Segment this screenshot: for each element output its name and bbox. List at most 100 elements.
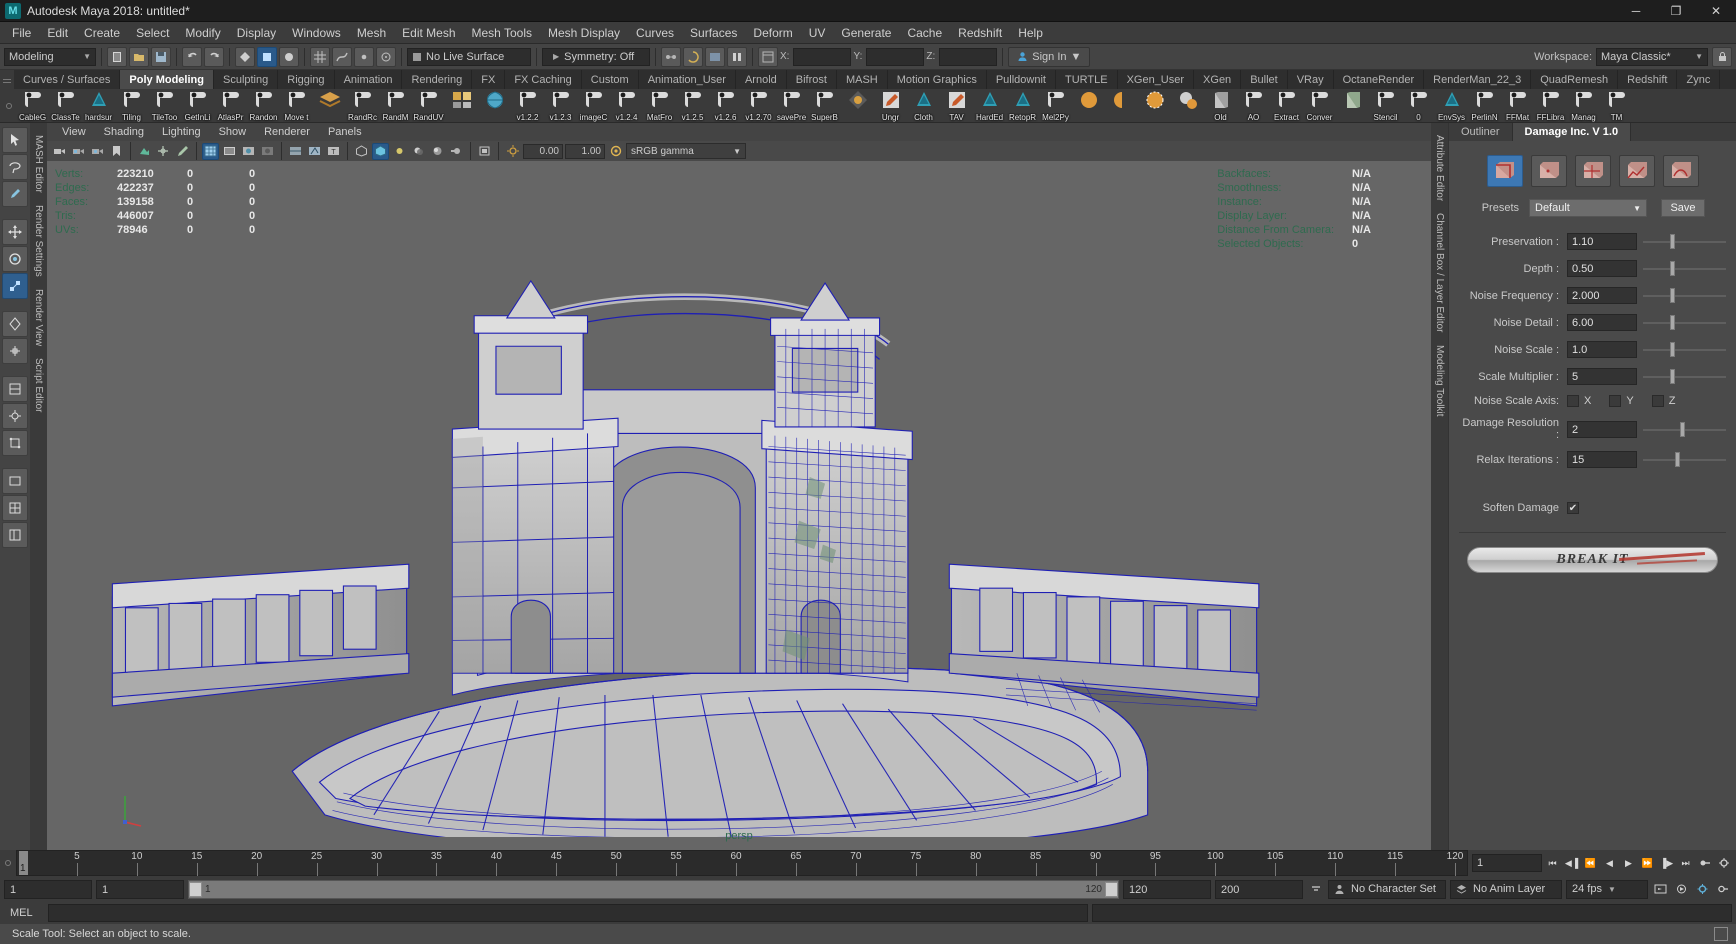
left-tab-mash-editor[interactable]: MASH Editor [32, 129, 45, 199]
universal-manip-button[interactable] [2, 338, 28, 364]
shelf-tab-xgen[interactable]: XGen [1194, 70, 1241, 89]
slider-thumb[interactable] [1670, 315, 1675, 330]
four-view-layout-button[interactable] [2, 495, 28, 521]
playblast-button[interactable] [1673, 880, 1690, 898]
playback-end-time-field[interactable]: 120 [1123, 880, 1211, 899]
left-tab-render-settings[interactable]: Render Settings [32, 199, 45, 283]
shelf-button-randm[interactable]: RandM [379, 89, 412, 122]
step-forward-key-button[interactable]: ▐▶ [1658, 854, 1675, 872]
default-lighting-icon[interactable] [372, 143, 389, 160]
soften-damage-checkbox[interactable]: ✔ [1567, 502, 1579, 514]
input-output-connections-button[interactable] [661, 47, 681, 67]
shelf-grip-icon[interactable] [0, 70, 14, 89]
viewport-menu-view[interactable]: View [53, 124, 95, 140]
object-components-button[interactable] [2, 430, 28, 456]
shelf-button-box-green-icon[interactable] [1336, 89, 1369, 122]
left-tab-render-view[interactable]: Render View [32, 283, 45, 352]
shelf-tab-mash[interactable]: MASH [837, 70, 888, 89]
shelf-button-v1-2-70[interactable]: v1.2.70 [742, 89, 775, 122]
y-coord-field[interactable] [866, 48, 924, 66]
menu-item-curves[interactable]: Curves [628, 23, 682, 43]
shelf-tab-custom[interactable]: Custom [582, 70, 639, 89]
menu-item-create[interactable]: Create [76, 23, 128, 43]
slider-thumb[interactable] [1670, 288, 1675, 303]
shelf-tab-redshift[interactable]: Redshift [1618, 70, 1677, 89]
close-button[interactable]: ✕ [1696, 0, 1736, 22]
param-slider-relax-iterations[interactable] [1643, 451, 1726, 468]
noise-axis-x[interactable]: X [1567, 395, 1591, 407]
shelf-button-tm[interactable]: TM [1600, 89, 1633, 122]
break-it-button[interactable]: BREAK IT [1467, 547, 1718, 573]
save-preset-button[interactable]: Save [1661, 199, 1705, 217]
shelf-button-globe-icon[interactable] [478, 89, 511, 122]
param-slider-noise-detail[interactable] [1643, 314, 1726, 331]
viewport-menu-renderer[interactable]: Renderer [255, 124, 319, 140]
animation-prefs-button[interactable] [1652, 880, 1669, 898]
shelf-button-randrc[interactable]: RandRc [346, 89, 379, 122]
menuset-mode-dropdown[interactable]: Modeling ▼ [4, 48, 96, 66]
shelf-tab-octanerender[interactable]: OctaneRender [1334, 70, 1425, 89]
param-slider-noise-scale[interactable] [1643, 341, 1726, 358]
shelf-button-classte[interactable]: ClassTe [49, 89, 82, 122]
all-lights-icon[interactable] [391, 143, 408, 160]
damage-corner-icon[interactable] [1619, 155, 1655, 187]
shelf-button-tiling[interactable]: Tiling [115, 89, 148, 122]
slider-thumb[interactable] [1670, 234, 1675, 249]
shelf-button-face-icon[interactable] [1171, 89, 1204, 122]
menu-item-mesh-display[interactable]: Mesh Display [540, 23, 628, 43]
smooth-shade-all-icon[interactable] [221, 143, 238, 160]
mel-command-input[interactable] [48, 904, 1088, 922]
shelf-button-0[interactable]: 0 [1402, 89, 1435, 122]
live-surface-dropdown[interactable]: No Live Surface [407, 48, 531, 66]
shelf-tab-animation[interactable]: Animation [335, 70, 403, 89]
damage-smooth-icon[interactable] [1663, 155, 1699, 187]
redo-button[interactable] [204, 47, 224, 67]
maximize-button[interactable]: ❐ [1656, 0, 1696, 22]
shelf-button-diamond-icon[interactable] [841, 89, 874, 122]
left-tab-script-editor[interactable]: Script Editor [32, 352, 45, 418]
shelf-button-tav[interactable]: TAV [940, 89, 973, 122]
menu-item-generate[interactable]: Generate [833, 23, 899, 43]
menu-item-display[interactable]: Display [229, 23, 284, 43]
shelf-button-cloth[interactable]: Cloth [907, 89, 940, 122]
paint-select-tool-button[interactable] [2, 181, 28, 207]
shelf-button-layers-icon[interactable] [313, 89, 346, 122]
noise-axis-checkbox-x[interactable] [1567, 395, 1579, 407]
select-tool-button[interactable] [2, 127, 28, 153]
select-camera-icon[interactable] [51, 143, 68, 160]
character-set-dropdown[interactable]: No Character Set [1328, 880, 1446, 899]
shelf-button-sphere-half-icon[interactable] [1105, 89, 1138, 122]
menu-item-modify[interactable]: Modify [177, 23, 228, 43]
script-editor-launch-icon[interactable] [1714, 927, 1728, 941]
shaded-textured-icon[interactable] [240, 143, 257, 160]
anim-layer-dropdown[interactable]: No Anim Layer [1450, 880, 1562, 899]
shelf-button-matfro[interactable]: MatFro [643, 89, 676, 122]
render-settings-button[interactable] [727, 47, 747, 67]
text-display-icon[interactable]: T [325, 143, 342, 160]
shelf-options-icon[interactable] [2, 89, 16, 123]
right-tab-channel-box-layer-editor[interactable]: Channel Box / Layer Editor [1433, 207, 1446, 339]
symmetry-dropdown[interactable]: ▶ Symmetry: Off [542, 48, 650, 66]
shelf-button-envsys[interactable]: EnvSys [1435, 89, 1468, 122]
shelf-tab-poly-modeling[interactable]: Poly Modeling [120, 70, 214, 89]
go-to-end-button[interactable]: ⏭ [1677, 854, 1694, 872]
shelf-tab-fx-caching[interactable]: FX Caching [505, 70, 581, 89]
menu-item-edit[interactable]: Edit [39, 23, 76, 43]
range-slider-right-handle[interactable] [1105, 882, 1118, 897]
shelf-tab-animation-user[interactable]: Animation_User [639, 70, 736, 89]
slider-thumb[interactable] [1675, 452, 1680, 467]
playback-start-time-field[interactable]: 1 [96, 880, 184, 899]
play-backwards-button[interactable]: ◀ [1601, 854, 1618, 872]
shelf-button-extract[interactable]: Extract [1270, 89, 1303, 122]
shelf-button-retopr[interactable]: RetopR [1006, 89, 1039, 122]
shelf-button-tiletoo[interactable]: TileToo [148, 89, 181, 122]
open-attribute-editor-button[interactable] [758, 47, 778, 67]
param-value-depth[interactable]: 0.50 [1567, 260, 1637, 277]
param-value-noise-detail[interactable]: 6.00 [1567, 314, 1637, 331]
animation-end-time-field[interactable]: 200 [1215, 880, 1303, 899]
color-space-dropdown[interactable]: sRGB gamma ▼ [626, 143, 746, 159]
noise-axis-checkbox-y[interactable] [1609, 395, 1621, 407]
param-value-scale-multiplier[interactable]: 5 [1567, 368, 1637, 385]
shelf-button-v1-2-3[interactable]: v1.2.3 [544, 89, 577, 122]
menu-item-mesh[interactable]: Mesh [349, 23, 394, 43]
